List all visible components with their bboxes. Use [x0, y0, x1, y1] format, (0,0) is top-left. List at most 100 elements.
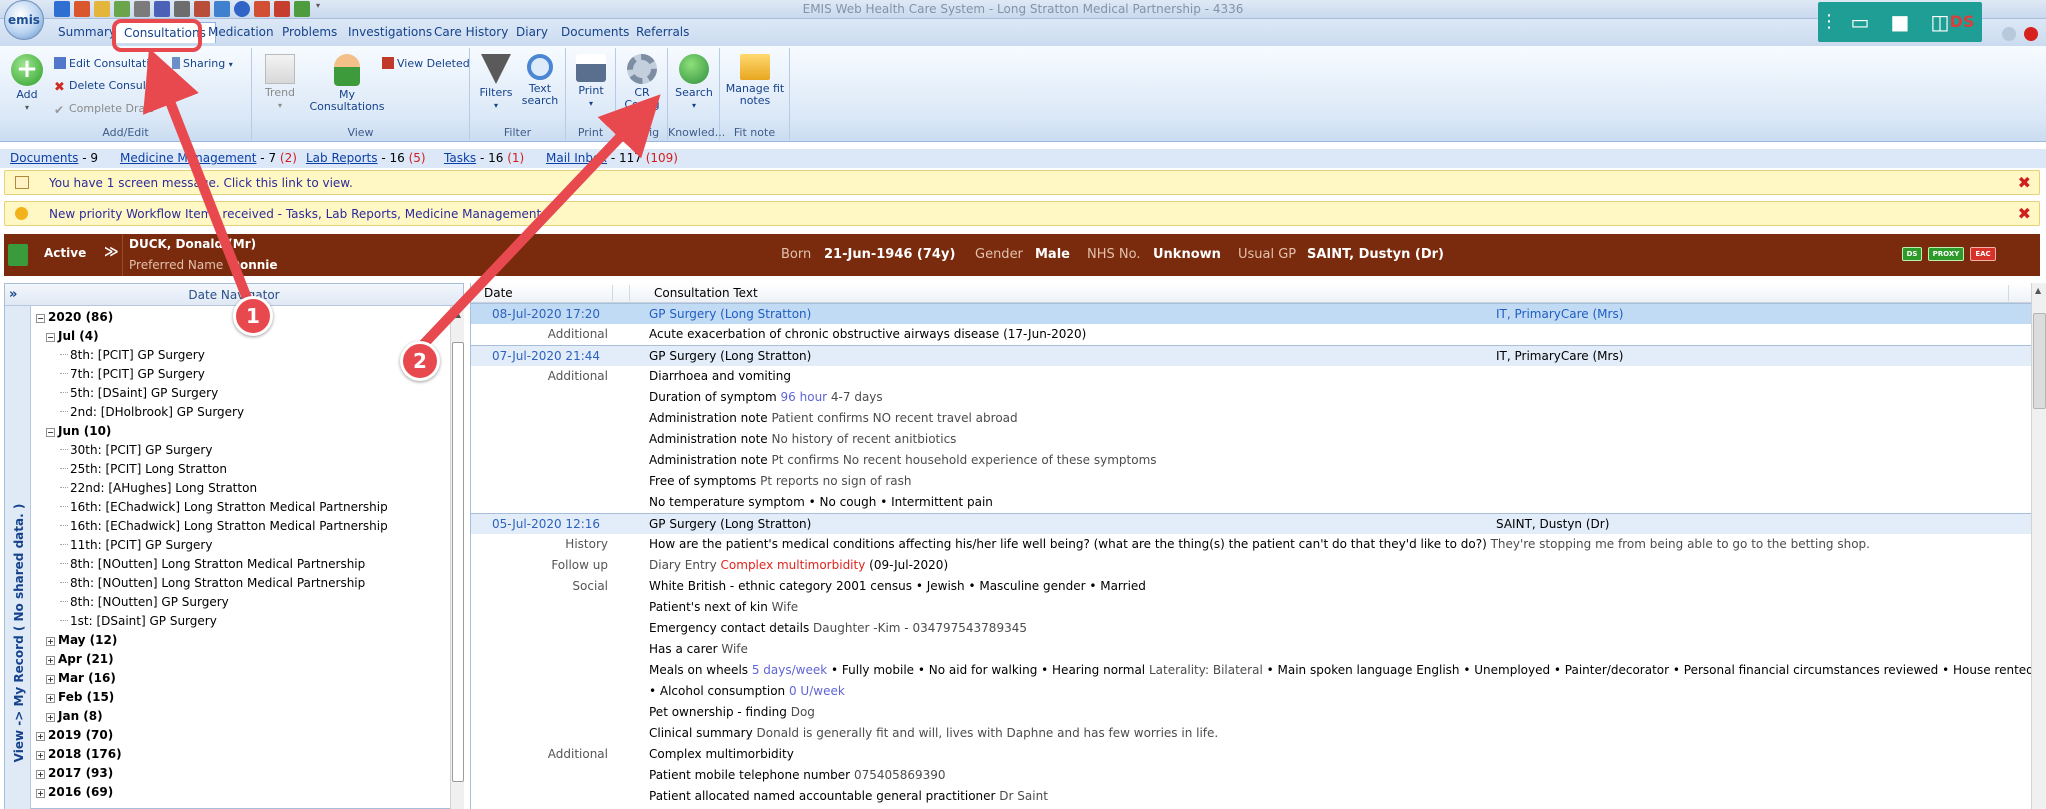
lab-reports-link[interactable]: Lab Reports [306, 151, 378, 165]
consultation-entry-row[interactable]: Emergency contact details Daughter -Kim … [471, 618, 2031, 639]
emis-orb-button[interactable]: emis [4, 0, 44, 40]
consultation-entry-row[interactable]: No temperature symptom • No cough • Inte… [471, 492, 2031, 513]
expand-node-icon[interactable]: + [46, 656, 55, 665]
eac-flag[interactable]: EAC [1970, 247, 1996, 261]
tab-medication[interactable]: Medication [208, 25, 274, 39]
alert-icon[interactable] [274, 1, 290, 17]
tree-month-node[interactable]: − Jul (4) [46, 327, 99, 345]
priority-workflow-text[interactable]: New priority Workflow Items received - T… [49, 207, 541, 221]
consultation-entry-row[interactable]: Additional Acute exacerbation of chronic … [471, 324, 2031, 345]
user-initials-badge[interactable]: DS [1942, 2, 1982, 42]
consultation-entry-row[interactable]: Follow up Diary Entry Complex multimorbid… [471, 555, 2031, 576]
consultation-entry-row[interactable]: Administration note Patient confirms NO … [471, 408, 2031, 429]
close-message-icon[interactable]: ✖ [2018, 173, 2031, 192]
expand-node-icon[interactable]: + [46, 694, 55, 703]
consultation-scroll-thumb[interactable] [2033, 313, 2046, 409]
cr-config-button[interactable]: CR Config [620, 54, 664, 111]
ds-flag[interactable]: DS [1902, 247, 1922, 261]
consultation-entry-row[interactable]: Patient allocated named accountable gene… [471, 786, 2031, 807]
priority-workflow-bar[interactable]: New priority Workflow Items received - T… [4, 201, 2040, 226]
tab-diary[interactable]: Diary [516, 25, 548, 39]
tree-consultation-node[interactable]: 2nd: [DHolbrook] GP Surgery [60, 403, 244, 421]
tree-consultation-node[interactable]: 8th: [NOutten] GP Surgery [60, 593, 229, 611]
add-button[interactable]: + Add ▾ [8, 54, 46, 114]
manage-fit-notes-button[interactable]: Manage fit notes [724, 54, 786, 107]
collapse-chevron-icon[interactable]: ≫ [104, 244, 119, 260]
consultation-entry-row[interactable]: Has a carer Wife [471, 639, 2031, 660]
consultation-entry-row[interactable]: Administration note No history of recent… [471, 429, 2031, 450]
edit-consultation-button[interactable]: Edit Consultation [54, 57, 163, 70]
video-camera-icon[interactable]: ■ [1880, 2, 1920, 42]
consultation-entry-row[interactable]: Free of symptoms Pt reports no sign of r… [471, 471, 2031, 492]
tab-summary[interactable]: Summary [58, 25, 116, 39]
collapse-node-icon[interactable]: − [46, 428, 55, 437]
tasks-link[interactable]: Tasks [444, 151, 476, 165]
tree-consultation-node[interactable]: 16th: [EChadwick] Long Stratton Medical … [60, 498, 388, 516]
patient-icon[interactable] [174, 1, 190, 17]
consultation-entry-row[interactable]: Clinical summary Donald is generally fit… [471, 723, 2031, 744]
consultation-entry-row[interactable]: Additional Diarrhoea and vomiting [471, 366, 2031, 387]
consultation-entry-row[interactable]: Meals on wheels 5 days/week • Fully mobi… [471, 660, 2031, 681]
expand-node-icon[interactable]: + [36, 751, 45, 760]
consultation-header-row[interactable]: 05-Jul-2020 12:16 GP Surgery (Long Stratt… [471, 513, 2031, 534]
consultation-entry-row[interactable]: Pet ownership - finding Dog [471, 702, 2031, 723]
clipboard-icon[interactable] [214, 1, 230, 17]
text-search-button[interactable]: Text search [518, 54, 562, 107]
expand-node-icon[interactable]: + [46, 675, 55, 684]
tree-consultation-node[interactable]: 8th: [PCIT] GP Surgery [60, 346, 205, 364]
document-icon[interactable] [114, 1, 130, 17]
tree-month-node[interactable]: + Apr (21) [46, 650, 114, 668]
trend-button[interactable]: Trend ▾ [258, 54, 302, 112]
pencil-icon[interactable] [94, 1, 110, 17]
expand-node-icon[interactable]: + [46, 713, 55, 722]
mail-inbox-link[interactable]: Mail Inbox [546, 151, 607, 165]
qat-dropdown-icon[interactable]: ▾ [316, 1, 326, 17]
expand-node-icon[interactable]: + [36, 789, 45, 798]
search-button[interactable]: Search ▾ [672, 54, 716, 112]
tree-month-node[interactable]: − Jun (10) [46, 422, 111, 440]
tree-month-node[interactable]: + May (12) [46, 631, 117, 649]
my-record-strip[interactable]: View -> My Record ( No shared data. ) [5, 306, 31, 809]
tab-investigations[interactable]: Investigations [348, 25, 432, 39]
consultation-scrollbar[interactable]: ▲ [2031, 283, 2046, 809]
tree-consultation-node[interactable]: 8th: [NOutten] Long Stratton Medical Par… [60, 574, 365, 592]
consultation-entry-row[interactable]: Duration of symptom 96 hour 4-7 days [471, 387, 2031, 408]
view-deleted-button[interactable]: View Deleted [382, 57, 470, 70]
tools-icon[interactable] [254, 1, 270, 17]
consultation-entry-row[interactable]: Patient's next of kin Wife [471, 597, 2031, 618]
tab-documents[interactable]: Documents [561, 25, 629, 39]
consultation-entry-row[interactable]: • Alcohol consumption 0 U/week [471, 681, 2031, 702]
book-icon[interactable] [194, 1, 210, 17]
consultation-entry-row[interactable]: Patient mobile telephone number 07540586… [471, 765, 2031, 786]
delete-consultation-button[interactable]: ✖ Delete Consultation [54, 79, 178, 94]
navigator-scroll-thumb[interactable] [452, 342, 464, 782]
sharing-button[interactable]: Sharing ▾ [172, 57, 233, 70]
consultation-header-row[interactable]: 08-Jul-2020 17:20 GP Surgery (Long Stratt… [471, 303, 2031, 324]
tree-consultation-node[interactable]: 16th: [EChadwick] Long Stratton Medical … [60, 517, 388, 535]
help-icon[interactable] [2002, 27, 2016, 41]
proxy-flag[interactable]: PROXY [1928, 247, 1964, 261]
consultation-entry-row[interactable]: Social White British - ethnic category 20… [471, 576, 2031, 597]
tree-month-node[interactable]: + Jan (8) [46, 707, 103, 725]
expand-node-icon[interactable]: + [46, 637, 55, 646]
tree-consultation-node[interactable]: 25th: [PCIT] Long Stratton [60, 460, 227, 478]
more-vertical-icon[interactable]: ⋮ [1818, 2, 1840, 42]
consultation-entry-row[interactable]: History How are the patient's medical con… [471, 534, 2031, 555]
consultation-entry-row[interactable]: Additional Complex multimorbidity [471, 744, 2031, 765]
scroll-up-icon[interactable]: ▲ [2035, 286, 2041, 295]
consultation-entry-row[interactable]: Administration note Pt confirms No recen… [471, 450, 2031, 471]
expand-node-icon[interactable]: + [36, 770, 45, 779]
tree-year-node[interactable]: +2016 (69) [36, 783, 113, 801]
tree-consultation-node[interactable]: 1st: [DSaint] GP Surgery [60, 612, 217, 630]
screen-message-bar[interactable]: You have 1 screen message. Click this li… [4, 170, 2040, 195]
tab-care-history[interactable]: Care History [434, 25, 508, 39]
consultation-header-row[interactable]: 07-Jul-2020 21:44 GP Surgery (Long Stratt… [471, 345, 2031, 366]
navigator-scrollbar[interactable]: ▲ [450, 306, 464, 809]
column-date[interactable]: Date [484, 286, 513, 300]
tree-consultation-node[interactable]: 11th: [PCIT] GP Surgery [60, 536, 212, 554]
my-consultations-button[interactable]: My Consultations [302, 54, 392, 113]
tab-referrals[interactable]: Referrals [636, 25, 689, 39]
close-priority-icon[interactable]: ✖ [2018, 204, 2031, 223]
collapse-node-icon[interactable]: − [46, 333, 55, 342]
calendar-icon[interactable] [134, 1, 150, 17]
